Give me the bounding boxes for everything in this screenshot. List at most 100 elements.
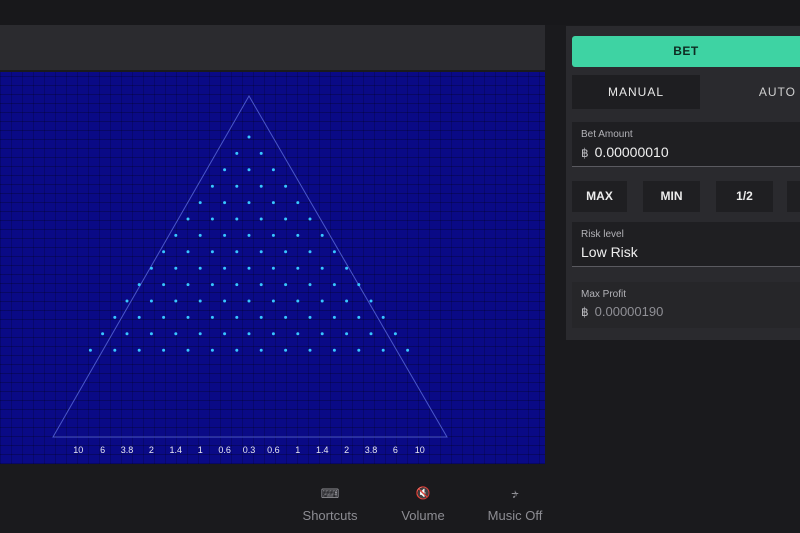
multiplier-label: 10 xyxy=(73,445,83,455)
peg xyxy=(320,266,324,270)
tab-auto[interactable]: AUTO xyxy=(700,75,800,109)
peg xyxy=(271,233,275,237)
peg xyxy=(235,217,239,221)
peg xyxy=(162,348,166,352)
peg xyxy=(259,184,263,188)
peg xyxy=(210,283,214,287)
peg xyxy=(149,299,153,303)
peg xyxy=(113,348,117,352)
multiplier-label: 6 xyxy=(100,445,105,455)
peg xyxy=(284,283,288,287)
peg xyxy=(186,315,190,319)
music-off-button[interactable]: ♪ Music Off xyxy=(470,486,560,523)
multiplier-label: 3.8 xyxy=(121,445,134,455)
peg xyxy=(284,250,288,254)
multiplier-label: 10 xyxy=(415,445,425,455)
peg xyxy=(332,283,336,287)
peg xyxy=(174,332,178,336)
peg xyxy=(198,332,202,336)
peg xyxy=(186,348,190,352)
peg xyxy=(247,299,251,303)
peg xyxy=(125,332,129,336)
max-profit-label: Max Profit xyxy=(581,289,627,300)
half-button[interactable]: 1/2 xyxy=(716,181,773,212)
peg xyxy=(320,299,324,303)
max-button[interactable]: MAX xyxy=(572,181,627,212)
peg xyxy=(357,315,361,319)
peg xyxy=(186,250,190,254)
bet-amount-field[interactable]: Bet Amount ฿ 0.00000010 xyxy=(572,122,800,167)
tab-manual[interactable]: MANUAL xyxy=(572,75,700,109)
peg xyxy=(223,266,227,270)
volume-label: Volume xyxy=(401,508,445,523)
peg xyxy=(210,348,214,352)
peg xyxy=(284,184,288,188)
peg xyxy=(406,348,410,352)
peg xyxy=(247,201,251,205)
peg xyxy=(296,299,300,303)
double-button[interactable] xyxy=(787,181,800,212)
peg xyxy=(271,266,275,270)
max-profit-field: Max Profit ฿ 0.00000190 xyxy=(572,282,800,328)
multiplier-label: 3.8 xyxy=(365,445,378,455)
peg xyxy=(271,299,275,303)
min-button[interactable]: MIN xyxy=(643,181,700,212)
bitcoin-icon: ฿ xyxy=(581,146,589,160)
peg xyxy=(284,348,288,352)
peg xyxy=(186,217,190,221)
peg xyxy=(210,250,214,254)
peg xyxy=(308,348,312,352)
peg xyxy=(296,233,300,237)
volume-button[interactable]: 🔇 Volume xyxy=(378,486,468,523)
game-header-bar xyxy=(0,25,545,70)
peg xyxy=(210,315,214,319)
multiplier-label: 0.3 xyxy=(243,445,256,455)
peg xyxy=(332,348,336,352)
multiplier-labels: 10 6 3.8 2 1.4 1 0.6 0.3 0.6 1 1.4 2 3.8 6 10 xyxy=(73,445,425,455)
peg xyxy=(235,151,239,155)
shortcuts-button[interactable]: ⌨ Shortcuts xyxy=(285,486,375,523)
peg xyxy=(284,315,288,319)
peg xyxy=(223,233,227,237)
peg xyxy=(296,332,300,336)
peg xyxy=(259,315,263,319)
peg xyxy=(235,184,239,188)
multiplier-label: 1 xyxy=(198,445,203,455)
risk-level-value: Low Risk xyxy=(581,244,638,260)
risk-level-select[interactable]: Risk level Low Risk xyxy=(572,222,800,267)
multiplier-label: 0.6 xyxy=(267,445,280,455)
bet-amount-input[interactable]: ฿ 0.00000010 xyxy=(581,144,669,160)
multiplier-label: 2 xyxy=(149,445,154,455)
peg xyxy=(137,283,141,287)
peg xyxy=(162,283,166,287)
top-bar xyxy=(0,0,800,25)
peg xyxy=(247,233,251,237)
peg xyxy=(198,299,202,303)
mode-tabs: MANUAL AUTO xyxy=(572,75,800,109)
peg xyxy=(210,217,214,221)
peg xyxy=(174,233,178,237)
peg xyxy=(101,332,105,336)
multiplier-label: 1.4 xyxy=(170,445,183,455)
peg xyxy=(369,299,373,303)
peg xyxy=(223,332,227,336)
peg xyxy=(235,315,239,319)
pyramid-outline xyxy=(52,95,448,438)
bet-amount-label: Bet Amount xyxy=(581,129,633,140)
peg xyxy=(247,135,251,139)
peg xyxy=(345,266,349,270)
peg xyxy=(88,348,92,352)
peg xyxy=(210,184,214,188)
peg xyxy=(235,348,239,352)
bet-button[interactable]: BET xyxy=(572,36,800,67)
peg xyxy=(198,201,202,205)
shortcuts-label: Shortcuts xyxy=(302,508,358,523)
peg xyxy=(308,283,312,287)
peg xyxy=(247,266,251,270)
peg xyxy=(271,332,275,336)
peg xyxy=(259,348,263,352)
peg xyxy=(381,315,385,319)
peg xyxy=(284,217,288,221)
bitcoin-icon: ฿ xyxy=(581,305,589,319)
peg xyxy=(162,250,166,254)
